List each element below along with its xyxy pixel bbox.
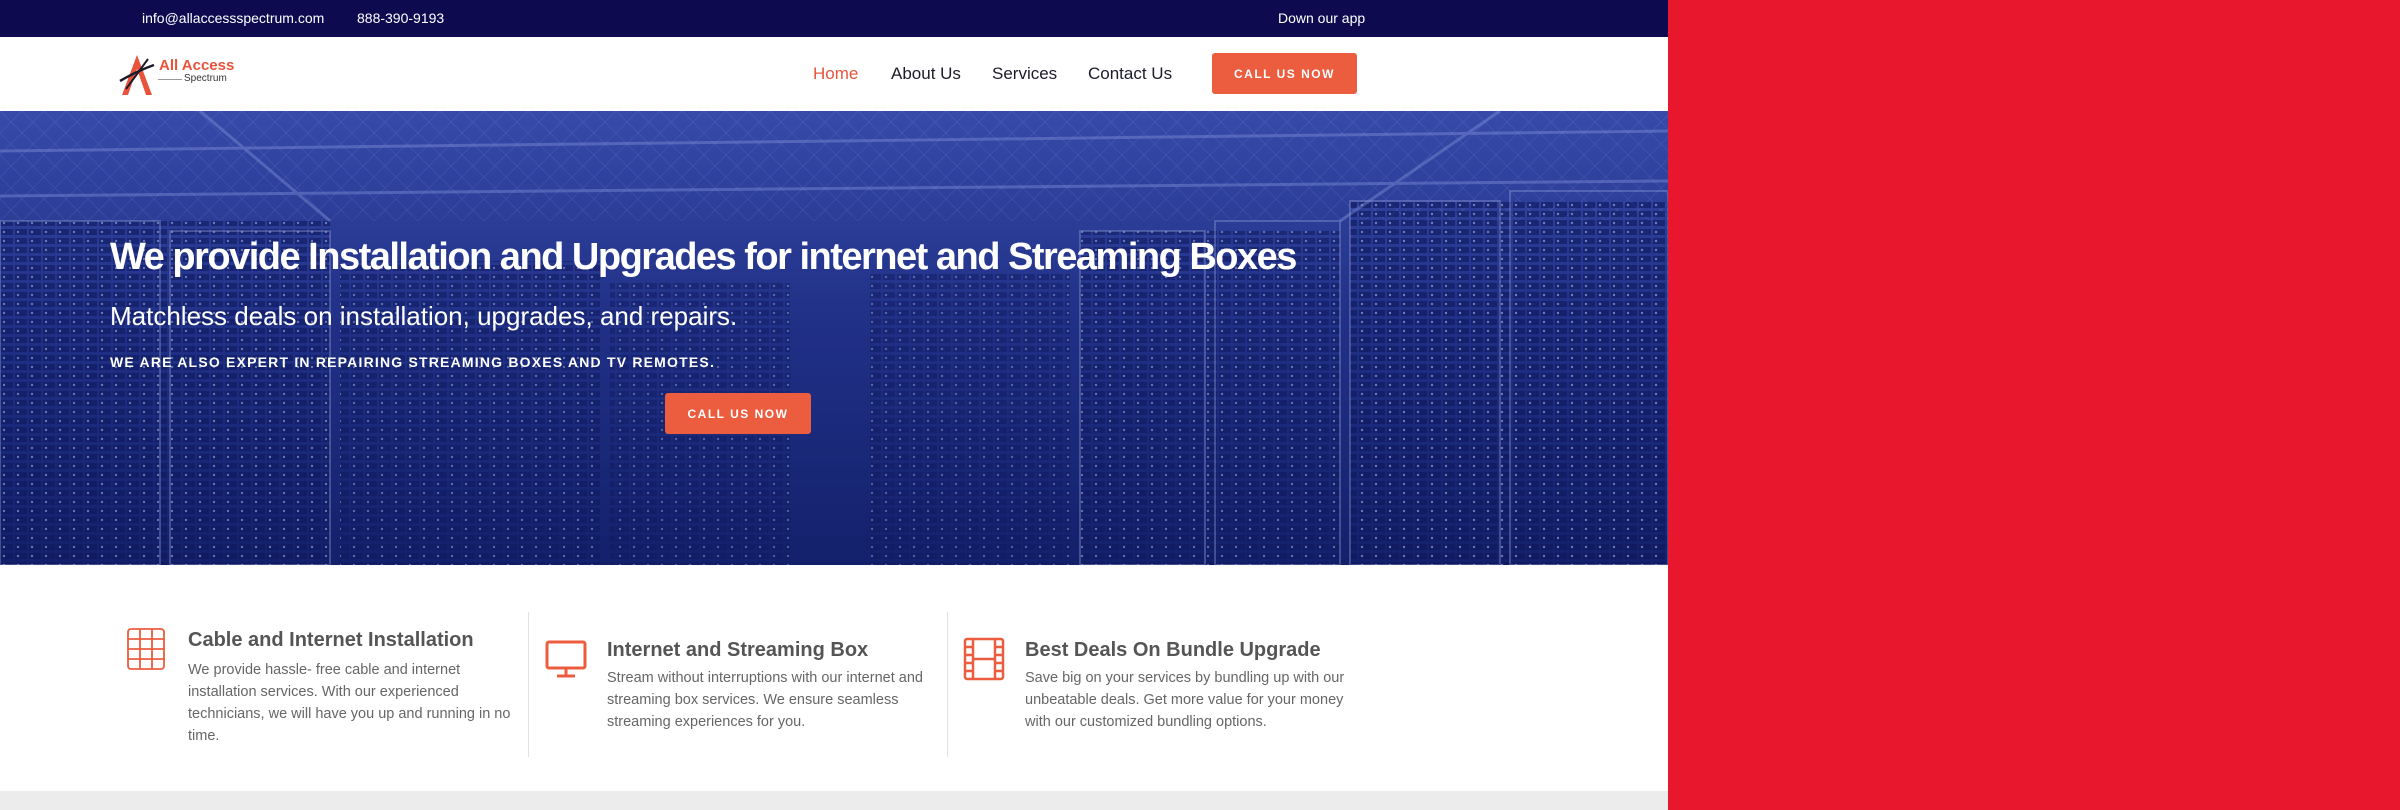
hero-call-button[interactable]: CALL US NOW <box>665 393 811 434</box>
phone-link[interactable]: 888-390-9193 <box>357 10 444 26</box>
feature-card-bundle: Best Deals On Bundle Upgrade Save big on… <box>962 637 1362 757</box>
feature-divider <box>947 612 948 757</box>
feature-title: Cable and Internet Installation <box>188 629 474 651</box>
feature-description: Save big on your services by bundling up… <box>1025 670 1345 730</box>
nav-home[interactable]: Home <box>813 64 858 84</box>
app-link[interactable]: Down our app <box>1278 10 1365 26</box>
feature-title: Best Deals On Bundle Upgrade <box>1025 639 1321 661</box>
site-header: All Access Spectrum Home About Us Servic… <box>0 37 1668 111</box>
feature-title: Internet and Streaming Box <box>607 639 869 661</box>
feature-card-streaming: Internet and Streaming Box Stream withou… <box>544 637 944 757</box>
logo[interactable]: All Access Spectrum <box>118 51 248 97</box>
hero-tagline: WE ARE ALSO EXPERT IN REPAIRING STREAMIN… <box>110 354 716 370</box>
side-panel <box>1668 0 2400 810</box>
monitor-icon <box>545 640 587 678</box>
page: info@allaccessspectrum.com 888-390-9193 … <box>0 0 1668 810</box>
hero-overlay <box>0 111 1668 565</box>
hero-headline: We provide Installation and Upgrades for… <box>110 236 1297 278</box>
feature-description: Stream without interruptions with our in… <box>607 670 923 730</box>
feature-description: We provide hassle- free cable and intern… <box>188 662 511 744</box>
nav-services[interactable]: Services <box>992 64 1057 84</box>
nav-about-us[interactable]: About Us <box>891 64 961 84</box>
next-section-edge <box>0 791 1668 810</box>
header-call-button[interactable]: CALL US NOW <box>1212 53 1357 94</box>
logo-divider <box>158 79 182 80</box>
logo-mark-icon <box>119 55 155 95</box>
nav-contact-us[interactable]: Contact Us <box>1088 64 1172 84</box>
server-rack-icon <box>127 628 165 670</box>
logo-text-secondary: Spectrum <box>184 73 227 84</box>
logo-text-primary: All Access <box>159 57 235 74</box>
email-link[interactable]: info@allaccessspectrum.com <box>142 10 324 26</box>
film-strip-icon <box>963 637 1005 681</box>
top-bar: info@allaccessspectrum.com 888-390-9193 … <box>0 0 1668 37</box>
hero-section: We provide Installation and Upgrades for… <box>0 111 1668 565</box>
feature-divider <box>528 612 529 757</box>
features-section: Cable and Internet Installation We provi… <box>0 565 1668 791</box>
hero-subheadline: Matchless deals on installation, upgrade… <box>110 301 738 331</box>
feature-card-installation: Cable and Internet Installation We provi… <box>124 627 524 757</box>
